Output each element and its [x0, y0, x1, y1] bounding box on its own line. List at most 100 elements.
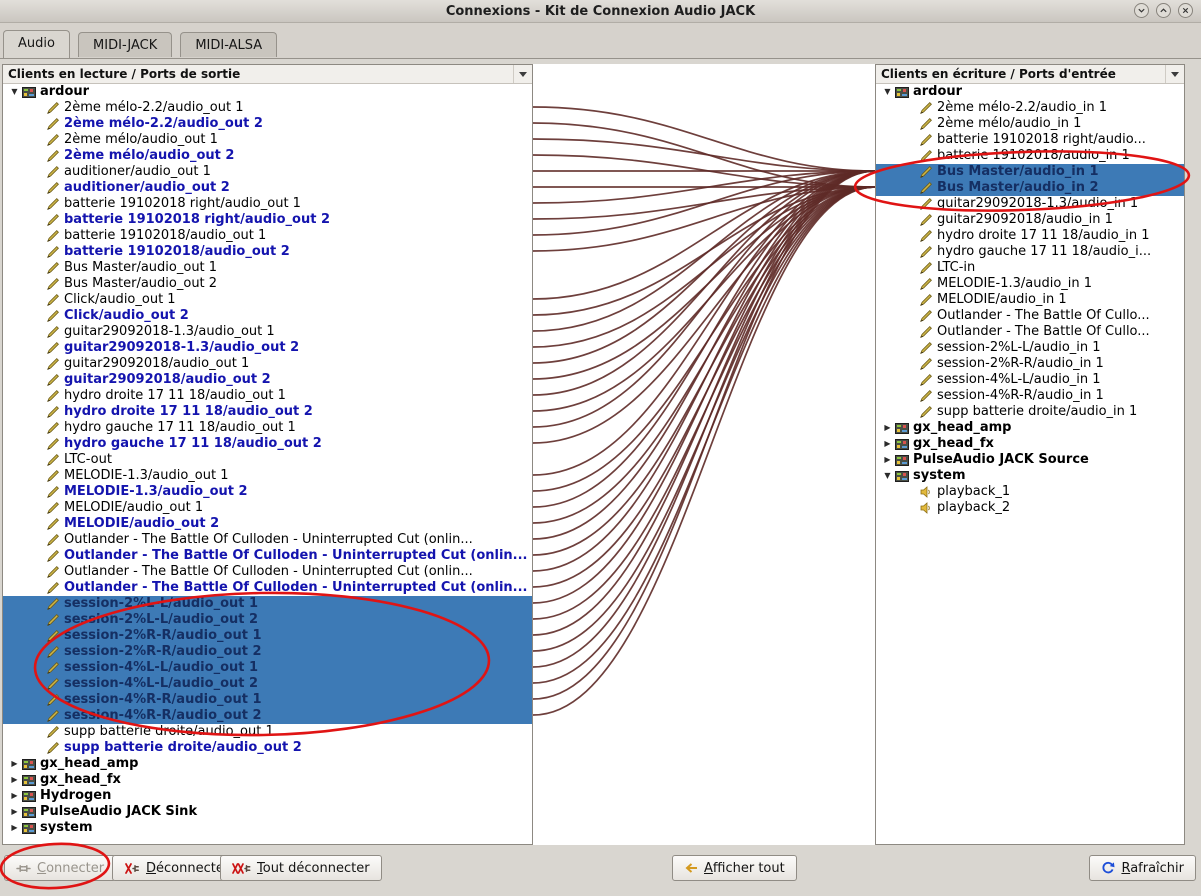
port-row[interactable]: session-4%L-L/audio_out 2: [3, 676, 532, 692]
port-row[interactable]: MELODIE-1.3/audio_out 2: [3, 484, 532, 500]
port-row[interactable]: guitar29092018-1.3/audio_in 1: [876, 196, 1184, 212]
port-row[interactable]: batterie 19102018/audio_out 1: [3, 228, 532, 244]
port-row[interactable]: auditioner/audio_out 2: [3, 180, 532, 196]
port-row[interactable]: session-4%L-L/audio_out 1: [3, 660, 532, 676]
port-row[interactable]: batterie 19102018/audio_out 2: [3, 244, 532, 260]
port-row[interactable]: hydro droite 17 11 18/audio_out 2: [3, 404, 532, 420]
port-row[interactable]: supp batterie droite/audio_out 2: [3, 740, 532, 756]
port-row[interactable]: Bus Master/audio_out 1: [3, 260, 532, 276]
right-panel-sort-dropdown[interactable]: [1165, 65, 1184, 83]
port-row[interactable]: supp batterie droite/audio_in 1: [876, 404, 1184, 420]
client-row-gx-head-amp[interactable]: ▶gx_head_amp: [3, 756, 532, 772]
port-row[interactable]: guitar29092018/audio_out 1: [3, 356, 532, 372]
client-row-gx-head-fx[interactable]: ▶gx_head_fx: [3, 772, 532, 788]
left-panel-header[interactable]: Clients en lecture / Ports de sortie: [3, 65, 532, 84]
port-row[interactable]: LTC-in: [876, 260, 1184, 276]
expander-closed-icon[interactable]: ▶: [8, 756, 21, 772]
port-row[interactable]: session-2%R-R/audio_out 1: [3, 628, 532, 644]
disconnect-all-button[interactable]: Tout déconnecter: [220, 855, 382, 881]
port-row[interactable]: Outlander - The Battle Of Culloden - Uni…: [3, 580, 532, 596]
port-row[interactable]: Outlander - The Battle Of Cullo...: [876, 324, 1184, 340]
port-row[interactable]: guitar29092018-1.3/audio_out 2: [3, 340, 532, 356]
port-row[interactable]: Bus Master/audio_in 1: [876, 164, 1184, 180]
port-row[interactable]: session-2%L-L/audio_out 1: [3, 596, 532, 612]
port-row[interactable]: Bus Master/audio_in 2: [876, 180, 1184, 196]
port-row[interactable]: guitar29092018/audio_out 2: [3, 372, 532, 388]
port-row[interactable]: session-4%L-L/audio_in 1: [876, 372, 1184, 388]
port-row[interactable]: auditioner/audio_out 1: [3, 164, 532, 180]
tab-audio[interactable]: Audio: [3, 30, 70, 58]
port-row[interactable]: Outlander - The Battle Of Cullo...: [876, 308, 1184, 324]
port-row[interactable]: guitar29092018/audio_in 1: [876, 212, 1184, 228]
expander-closed-icon[interactable]: ▶: [8, 804, 21, 820]
client-row-pulseaudio-jack-source[interactable]: ▶PulseAudio JACK Source: [876, 452, 1184, 468]
client-row-system[interactable]: ▶system: [3, 820, 532, 836]
port-row[interactable]: hydro gauche 17 11 18/audio_out 1: [3, 420, 532, 436]
client-row-hydrogen[interactable]: ▶Hydrogen: [3, 788, 532, 804]
expander-open-icon[interactable]: ▼: [881, 84, 894, 100]
port-row[interactable]: MELODIE/audio_out 1: [3, 500, 532, 516]
port-row[interactable]: batterie 19102018 right/audio_out 1: [3, 196, 532, 212]
right-panel-header[interactable]: Clients en écriture / Ports d'entrée: [876, 65, 1184, 84]
expander-closed-icon[interactable]: ▶: [881, 452, 894, 468]
expander-closed-icon[interactable]: ▶: [881, 436, 894, 452]
connect-button[interactable]: Connecter: [4, 855, 116, 881]
client-row-ardour[interactable]: ▼ardour: [3, 84, 532, 100]
port-row[interactable]: hydro gauche 17 11 18/audio_i...: [876, 244, 1184, 260]
port-row[interactable]: session-2%R-R/audio_in 1: [876, 356, 1184, 372]
tab-midi-alsa[interactable]: MIDI-ALSA: [180, 32, 277, 57]
port-row[interactable]: session-2%R-R/audio_out 2: [3, 644, 532, 660]
expander-closed-icon[interactable]: ▶: [881, 420, 894, 436]
expander-closed-icon[interactable]: ▶: [8, 820, 21, 836]
refresh-button[interactable]: Rafraîchir: [1089, 855, 1196, 881]
port-row[interactable]: Click/audio_out 1: [3, 292, 532, 308]
maximize-button[interactable]: [1156, 3, 1171, 18]
close-button[interactable]: [1178, 3, 1193, 18]
port-row[interactable]: Outlander - The Battle Of Culloden - Uni…: [3, 564, 532, 580]
left-panel-sort-dropdown[interactable]: [513, 65, 532, 83]
port-row[interactable]: 2ème mélo/audio_out 1: [3, 132, 532, 148]
port-row[interactable]: playback_2: [876, 500, 1184, 516]
port-row[interactable]: guitar29092018-1.3/audio_out 1: [3, 324, 532, 340]
port-row[interactable]: supp batterie droite/audio_out 1: [3, 724, 532, 740]
minimize-button[interactable]: [1134, 3, 1149, 18]
expander-closed-icon[interactable]: ▶: [8, 788, 21, 804]
expander-closed-icon[interactable]: ▶: [8, 772, 21, 788]
port-row[interactable]: batterie 19102018 right/audio_out 2: [3, 212, 532, 228]
port-row[interactable]: playback_1: [876, 484, 1184, 500]
client-row-gx-head-fx[interactable]: ▶gx_head_fx: [876, 436, 1184, 452]
port-row[interactable]: session-4%R-R/audio_out 2: [3, 708, 532, 724]
port-row[interactable]: MELODIE/audio_in 1: [876, 292, 1184, 308]
port-row[interactable]: Outlander - The Battle Of Culloden - Uni…: [3, 532, 532, 548]
port-row[interactable]: Outlander - The Battle Of Culloden - Uni…: [3, 548, 532, 564]
port-row[interactable]: batterie 19102018/audio_in 1: [876, 148, 1184, 164]
port-row[interactable]: session-4%R-R/audio_in 1: [876, 388, 1184, 404]
port-row[interactable]: session-2%L-L/audio_out 2: [3, 612, 532, 628]
port-row[interactable]: Bus Master/audio_out 2: [3, 276, 532, 292]
port-row[interactable]: MELODIE/audio_out 2: [3, 516, 532, 532]
titlebar[interactable]: Connexions - Kit de Connexion Audio JACK: [0, 0, 1201, 23]
show-all-button[interactable]: Afficher tout: [672, 855, 797, 881]
tab-midi-jack[interactable]: MIDI-JACK: [78, 32, 172, 57]
port-row[interactable]: hydro droite 17 11 18/audio_in 1: [876, 228, 1184, 244]
expander-open-icon[interactable]: ▼: [8, 84, 21, 100]
expander-open-icon[interactable]: ▼: [881, 468, 894, 484]
port-row[interactable]: 2ème mélo-2.2/audio_out 1: [3, 100, 532, 116]
port-row[interactable]: session-4%R-R/audio_out 1: [3, 692, 532, 708]
port-row[interactable]: 2ème mélo-2.2/audio_in 1: [876, 100, 1184, 116]
port-row[interactable]: batterie 19102018 right/audio...: [876, 132, 1184, 148]
port-row[interactable]: MELODIE-1.3/audio_out 1: [3, 468, 532, 484]
port-row[interactable]: Click/audio_out 2: [3, 308, 532, 324]
port-row[interactable]: MELODIE-1.3/audio_in 1: [876, 276, 1184, 292]
port-row[interactable]: 2ème mélo-2.2/audio_out 2: [3, 116, 532, 132]
port-row[interactable]: 2ème mélo/audio_in 1: [876, 116, 1184, 132]
client-row-ardour[interactable]: ▼ardour: [876, 84, 1184, 100]
port-row[interactable]: LTC-out: [3, 452, 532, 468]
client-row-pulseaudio-jack-sink[interactable]: ▶PulseAudio JACK Sink: [3, 804, 532, 820]
client-row-gx-head-amp[interactable]: ▶gx_head_amp: [876, 420, 1184, 436]
port-row[interactable]: session-2%L-L/audio_in 1: [876, 340, 1184, 356]
client-row-system[interactable]: ▼system: [876, 468, 1184, 484]
port-row[interactable]: hydro droite 17 11 18/audio_out 1: [3, 388, 532, 404]
port-row[interactable]: 2ème mélo/audio_out 2: [3, 148, 532, 164]
port-row[interactable]: hydro gauche 17 11 18/audio_out 2: [3, 436, 532, 452]
